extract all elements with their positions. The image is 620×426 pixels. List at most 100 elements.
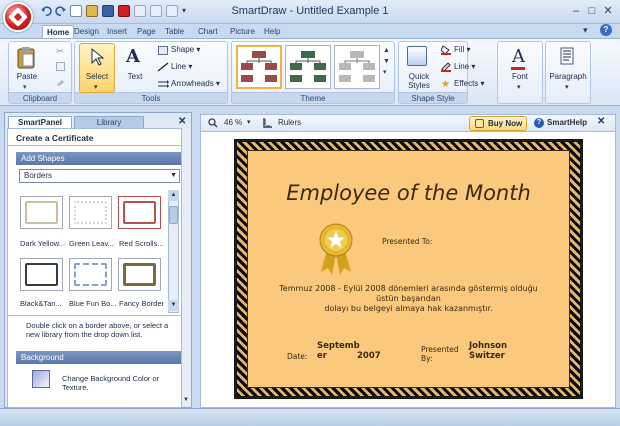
copy-icon[interactable] xyxy=(56,62,65,71)
app-menu-button[interactable] xyxy=(3,2,33,32)
shape-style-group-label: Shape Style xyxy=(399,92,467,103)
line-color-button[interactable]: Line ▾ xyxy=(454,61,475,73)
quick-styles-label[interactable]: Quick Styles xyxy=(402,72,436,90)
border-thumb-green-leaves[interactable] xyxy=(69,196,112,229)
tab-table[interactable]: Table xyxy=(161,25,188,38)
zoom-dropdown-icon[interactable]: ▾ xyxy=(247,118,251,126)
rulers-icon[interactable] xyxy=(263,117,273,128)
close-icon[interactable]: ✕ xyxy=(600,3,616,19)
background-header[interactable]: Background xyxy=(16,351,181,364)
border-thumb-frame xyxy=(25,263,58,286)
add-shapes-header[interactable]: Add Shapes xyxy=(16,152,181,165)
tab-chart[interactable]: Chart xyxy=(194,25,222,38)
presenter-name-line-1[interactable]: Johnson xyxy=(469,341,507,351)
presenter-name-line-2[interactable]: Switzer xyxy=(469,351,505,361)
help-icon[interactable]: ? xyxy=(600,24,612,36)
text-tool-icon[interactable]: A xyxy=(126,46,140,67)
award-ribbon-icon xyxy=(317,222,355,276)
ribbon-minimize-icon[interactable]: ▾ xyxy=(583,25,588,36)
presented-by-label-line-2[interactable]: By: xyxy=(421,354,433,363)
theme-group-label: Theme xyxy=(232,92,394,103)
fill-icon[interactable] xyxy=(440,45,451,55)
zoom-magnifier-icon[interactable] xyxy=(208,118,218,128)
paragraph-dropdown-icon[interactable]: ▾ xyxy=(565,83,569,91)
paragraph-icon[interactable] xyxy=(560,47,574,65)
date-value-line-2[interactable]: er xyxy=(317,351,327,361)
border-thumb-red-scrolls[interactable] xyxy=(118,196,161,229)
library-dropdown-arrow-icon[interactable]: ▼ xyxy=(168,170,179,182)
certificate-title[interactable]: Employee of the Month xyxy=(252,181,565,205)
border-thumb-label: Dark Yellow... xyxy=(20,239,66,248)
panel-scroll-down-icon[interactable]: ▼ xyxy=(182,395,190,405)
quick-styles-icon[interactable] xyxy=(407,46,427,66)
paste-icon[interactable] xyxy=(14,46,38,70)
fill-button[interactable]: Fill ▾ xyxy=(454,44,470,56)
border-thumb-fancy[interactable] xyxy=(118,258,161,291)
paragraph-button[interactable]: Paragraph xyxy=(545,72,591,81)
panel-divider xyxy=(7,315,182,316)
shape-icon[interactable] xyxy=(158,46,168,55)
smarthelp-icon[interactable]: ? xyxy=(534,118,544,128)
effects-button[interactable]: Effects ▾ xyxy=(454,78,485,90)
line-button[interactable]: Line ▾ xyxy=(171,61,192,73)
thumb-scroll-handle[interactable] xyxy=(169,206,178,224)
format-painter-icon[interactable] xyxy=(56,77,65,86)
tab-picture[interactable]: Picture xyxy=(226,25,259,38)
font-dropdown-icon[interactable]: ▾ xyxy=(517,83,521,91)
maximize-icon[interactable]: □ xyxy=(584,3,600,19)
font-color-icon[interactable]: A xyxy=(512,46,525,67)
arrowheads-button[interactable]: Arrowheads ▾ xyxy=(171,78,220,90)
presented-by-label-line-1[interactable]: Presented xyxy=(421,345,459,354)
rulers-toggle[interactable]: Rulers xyxy=(278,118,301,127)
background-texture-icon[interactable] xyxy=(32,370,50,388)
certificate-body-line-1[interactable]: Temmuz 2008 - Eylül 2008 dönemleri arası… xyxy=(262,284,555,293)
presented-to-label[interactable]: Presented To: xyxy=(382,237,432,246)
minimize-icon[interactable]: – xyxy=(568,3,584,19)
library-dropdown[interactable]: Borders xyxy=(19,169,180,183)
change-background-link[interactable]: Change Background Color or Texture. xyxy=(62,374,172,392)
tab-design[interactable]: Design xyxy=(70,25,103,38)
scroll-down-icon[interactable]: ▼ xyxy=(168,300,179,311)
panel-close-icon[interactable]: ✕ xyxy=(178,116,186,127)
effects-icon[interactable]: ★ xyxy=(441,79,450,90)
border-thumb-dark-yellow[interactable] xyxy=(20,196,63,229)
scroll-up-icon[interactable]: ▲ xyxy=(168,190,179,201)
certificate-body-line-2[interactable]: üstün başarıdan xyxy=(262,294,555,303)
canvas-close-icon[interactable]: ✕ xyxy=(597,116,605,127)
theme-gallery-scroll[interactable]: ▲ ▼ ▾ xyxy=(383,45,390,78)
theme-swatch-2[interactable] xyxy=(285,45,331,89)
border-thumb-label: Green Leav... xyxy=(69,239,114,248)
line-tool-icon[interactable] xyxy=(157,62,169,72)
panel-scrollbar[interactable] xyxy=(181,128,191,406)
theme-swatch-1[interactable] xyxy=(236,45,282,89)
date-year[interactable]: 2007 xyxy=(357,351,381,361)
tab-smartpanel[interactable]: SmartPanel xyxy=(8,116,72,128)
line-label: Line xyxy=(171,62,187,71)
font-color-swatch xyxy=(511,67,525,70)
tab-library[interactable]: Library xyxy=(74,116,144,128)
tab-help[interactable]: Help xyxy=(260,25,284,38)
paste-dropdown-icon[interactable]: ▾ xyxy=(23,83,27,91)
line-color-label: Line xyxy=(454,62,470,71)
paste-label[interactable]: Paste xyxy=(14,72,40,81)
shape-button[interactable]: Shape ▾ xyxy=(171,44,200,56)
theme-swatch-3[interactable] xyxy=(334,45,380,89)
arrowheads-icon[interactable] xyxy=(157,79,169,89)
date-value-line-1[interactable]: Septemb xyxy=(317,341,360,351)
border-thumb-frame xyxy=(74,263,107,286)
date-label[interactable]: Date: xyxy=(287,352,307,361)
zoom-level[interactable]: 46 % xyxy=(224,118,242,127)
smartdraw-logo-icon xyxy=(8,7,28,27)
text-label[interactable]: Text xyxy=(122,72,148,81)
line-color-icon[interactable] xyxy=(441,62,451,72)
border-thumb-blue-fun[interactable] xyxy=(69,258,112,291)
panel-help-text: Double click on a border above, or selec… xyxy=(26,321,169,339)
smarthelp-button[interactable]: SmartHelp xyxy=(547,118,587,127)
tab-insert[interactable]: Insert xyxy=(103,25,131,38)
shape-label: Shape xyxy=(171,45,195,54)
font-button[interactable]: Font xyxy=(499,72,541,81)
tab-page[interactable]: Page xyxy=(133,25,160,38)
certificate-body-line-3[interactable]: dolayı bu belgeyi almaya hak kazanmıştır… xyxy=(262,304,555,313)
cut-icon[interactable]: ✂ xyxy=(56,46,64,57)
border-thumb-black-tan[interactable] xyxy=(20,258,63,291)
